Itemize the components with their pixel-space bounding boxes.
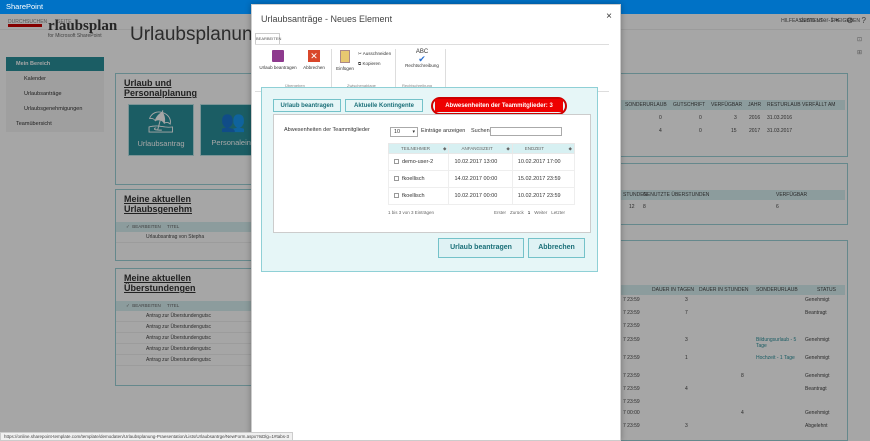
- new-item-dialog: Urlaubsanträge - Neues Element × BEARBEI…: [251, 4, 621, 441]
- page-last[interactable]: Letzter: [551, 210, 565, 215]
- tab-request-leave[interactable]: Urlaub beantragen: [273, 99, 341, 112]
- status-url: https://online.sharepoint-template.com/t…: [0, 432, 294, 441]
- section-label: Abwesenheiten der Teammitglieder: [284, 127, 370, 133]
- dialog-title: Urlaubsanträge - Neues Element: [261, 14, 393, 24]
- page-next[interactable]: Weiter: [534, 210, 547, 215]
- page-first[interactable]: Erster: [494, 210, 506, 215]
- cancel-form-button[interactable]: Abbrechen: [528, 238, 585, 258]
- tab-edit[interactable]: BEARBEITEN: [255, 33, 281, 44]
- checkbox[interactable]: [394, 193, 399, 199]
- scissors-icon: ✂: [358, 51, 362, 56]
- cancel-icon: ✕: [308, 50, 320, 62]
- absences-panel: Abwesenheiten der Teammitglieder 10 ▾ Ei…: [273, 114, 591, 233]
- search-label: Suchen: [471, 128, 490, 134]
- copy-icon: ⧉: [358, 61, 362, 66]
- paste-icon: [340, 50, 350, 63]
- paste-button[interactable]: Einfügen: [335, 50, 355, 71]
- table-row[interactable]: fkoellisch 14.02.2017 00:00 15.02.2017 2…: [387, 170, 576, 188]
- table-row[interactable]: fkoellisch 10.02.2017 00:00 10.02.2017 2…: [387, 187, 576, 205]
- checkbox[interactable]: [394, 159, 399, 165]
- col-start[interactable]: ANFANGSZEIT ◆: [448, 143, 513, 154]
- request-form: Urlaub beantragen Aktuelle Kontingente A…: [261, 87, 598, 272]
- page-1[interactable]: 1: [528, 210, 531, 215]
- pagination: Erster Zurück 1 Weiter Letzter: [494, 210, 565, 215]
- page-prev[interactable]: Zurück: [510, 210, 524, 215]
- ribbon: Urlaub beantragen ✕ Abbrechen Einfügen ✂…: [255, 44, 609, 92]
- search-input[interactable]: [490, 127, 562, 136]
- tab-current-quotas[interactable]: Aktuelle Kontingente: [345, 99, 423, 112]
- submit-button[interactable]: Urlaub beantragen: [438, 238, 524, 258]
- tab-team-absences[interactable]: Abwesenheiten der Teammitglieder: 3: [435, 99, 563, 112]
- entries-select[interactable]: 10 ▾: [390, 127, 418, 137]
- spelling-button[interactable]: ABC ✔ Rechtschreibung: [401, 49, 443, 68]
- brand-label[interactable]: SharePoint: [6, 2, 43, 11]
- close-icon[interactable]: ×: [606, 11, 612, 22]
- copy-button[interactable]: ⧉ Kopieren: [358, 61, 381, 66]
- save-button[interactable]: Urlaub beantragen: [259, 50, 297, 70]
- col-participant[interactable]: TEILNEHMER ◆: [387, 143, 450, 154]
- col-end[interactable]: ENDZEIT ◆: [511, 143, 576, 154]
- table-row[interactable]: demo-user-2 10.02.2017 13:00 10.02.2017 …: [387, 153, 576, 171]
- absences-table: TEILNEHMER ◆ ANFANGSZEIT ◆ ENDZEIT ◆ dem…: [387, 143, 576, 205]
- entries-label: Einträge anzeigen: [421, 128, 466, 134]
- cancel-button[interactable]: ✕ Abbrechen: [301, 50, 327, 70]
- entries-info: 1 bis 3 von 3 Einträgen: [388, 210, 435, 215]
- cut-button[interactable]: ✂ Ausschneiden: [358, 51, 391, 57]
- checkbox[interactable]: [394, 176, 399, 182]
- floppy-icon: [272, 50, 284, 62]
